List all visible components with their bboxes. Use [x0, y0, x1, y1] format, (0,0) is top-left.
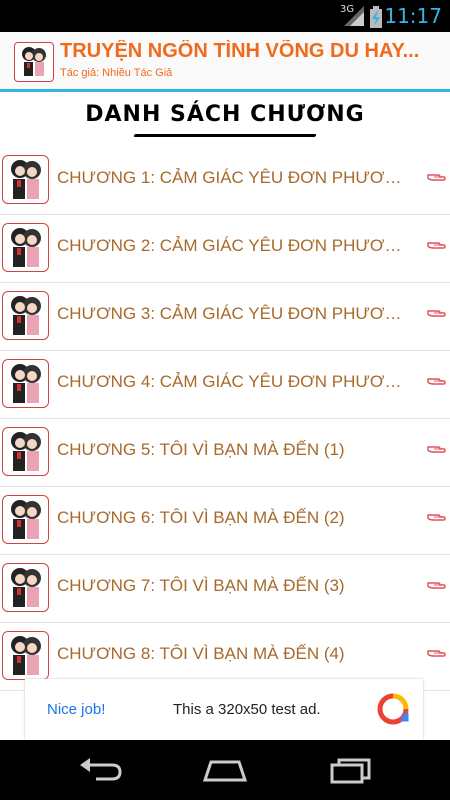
pointing-hand-icon — [427, 242, 446, 249]
chapter-thumbnail-icon — [2, 155, 49, 204]
pointing-hand-icon — [427, 310, 446, 317]
signal-icon — [344, 6, 364, 26]
back-icon[interactable] — [76, 756, 124, 784]
heading-underline — [133, 134, 317, 137]
chapter-item[interactable]: CHƯƠNG 4: CẢM GIÁC YÊU ĐƠN PHƯƠNG ... — [0, 351, 450, 419]
chapter-item[interactable]: CHƯƠNG 1: CẢM GIÁC YÊU ĐƠN PHƯƠNG ... — [0, 147, 450, 215]
chapter-item[interactable]: CHƯƠNG 7: TÔI VÌ BẠN MÀ ĐẾN (3) — [0, 555, 450, 623]
ad-text: This a 320x50 test ad. — [173, 701, 321, 718]
pointing-hand-icon — [427, 378, 446, 385]
chapter-title: CHƯƠNG 6: TÔI VÌ BẠN MÀ ĐẾN (2) — [57, 508, 345, 527]
chapter-title: CHƯƠNG 2: CẢM GIÁC YÊU ĐƠN PHƯƠNG ... — [57, 236, 409, 255]
pointing-hand-icon — [427, 650, 446, 657]
chapter-thumbnail-icon — [2, 291, 49, 340]
chapter-item[interactable]: CHƯƠNG 5: TÔI VÌ BẠN MÀ ĐẾN (1) — [0, 419, 450, 487]
chapter-title: CHƯƠNG 3: CẢM GIÁC YÊU ĐƠN PHƯƠNG ... — [57, 304, 409, 323]
chapter-item[interactable]: CHƯƠNG 3: CẢM GIÁC YÊU ĐƠN PHƯƠNG ... — [0, 283, 450, 351]
chapter-thumbnail-icon — [2, 563, 49, 612]
battery-charging-icon — [370, 6, 382, 28]
clock: 11:17 — [384, 4, 442, 28]
chapter-title: CHƯƠNG 8: TÔI VÌ BẠN MÀ ĐẾN (4) — [57, 644, 345, 663]
chapter-thumbnail-icon — [2, 495, 49, 544]
chapter-title: CHƯƠNG 4: CẢM GIÁC YÊU ĐƠN PHƯƠNG ... — [57, 372, 409, 391]
app-header: TRUYỆN NGÔN TÌNH VÕNG DU HAY... Tác giả:… — [0, 32, 450, 89]
pointing-hand-icon — [427, 446, 446, 453]
chapter-thumbnail-icon — [2, 631, 49, 680]
anime-couple-icon — [14, 42, 54, 82]
chapter-thumbnail-icon — [2, 223, 49, 272]
chapter-title: CHƯƠNG 7: TÔI VÌ BẠN MÀ ĐẾN (3) — [57, 576, 345, 595]
ad-logo-icon — [377, 693, 409, 725]
app-title: TRUYỆN NGÔN TÌNH VÕNG DU HAY... — [60, 40, 420, 62]
home-icon[interactable] — [201, 756, 249, 784]
chapter-list-header: DANH SÁCH CHƯƠNG — [0, 92, 450, 148]
app-author: Tác giả: Nhiều Tác Giả — [60, 67, 173, 79]
recent-apps-icon[interactable] — [327, 756, 375, 784]
chapter-item[interactable]: CHƯƠNG 2: CẢM GIÁC YÊU ĐƠN PHƯƠNG ... — [0, 215, 450, 283]
pointing-hand-icon — [427, 174, 446, 181]
chapter-thumbnail-icon — [2, 359, 49, 408]
chapter-list[interactable]: CHƯƠNG 1: CẢM GIÁC YÊU ĐƠN PHƯƠNG ... CH… — [0, 147, 450, 691]
pointing-hand-icon — [427, 582, 446, 589]
status-bar: 3G 11:17 — [0, 0, 450, 32]
chapter-title: CHƯƠNG 5: TÔI VÌ BẠN MÀ ĐẾN (1) — [57, 440, 345, 459]
chapter-thumbnail-icon — [2, 427, 49, 476]
ad-banner[interactable]: Nice job! This a 320x50 test ad. — [25, 679, 423, 740]
chapter-title: CHƯƠNG 1: CẢM GIÁC YÊU ĐƠN PHƯƠNG ... — [57, 168, 409, 187]
pointing-hand-icon — [427, 514, 446, 521]
ad-nice-label: Nice job! — [47, 701, 106, 718]
chapter-item[interactable]: CHƯƠNG 6: TÔI VÌ BẠN MÀ ĐẾN (2) — [0, 487, 450, 555]
chapter-list-heading: DANH SÁCH CHƯƠNG — [85, 102, 365, 127]
navigation-bar — [0, 740, 450, 800]
